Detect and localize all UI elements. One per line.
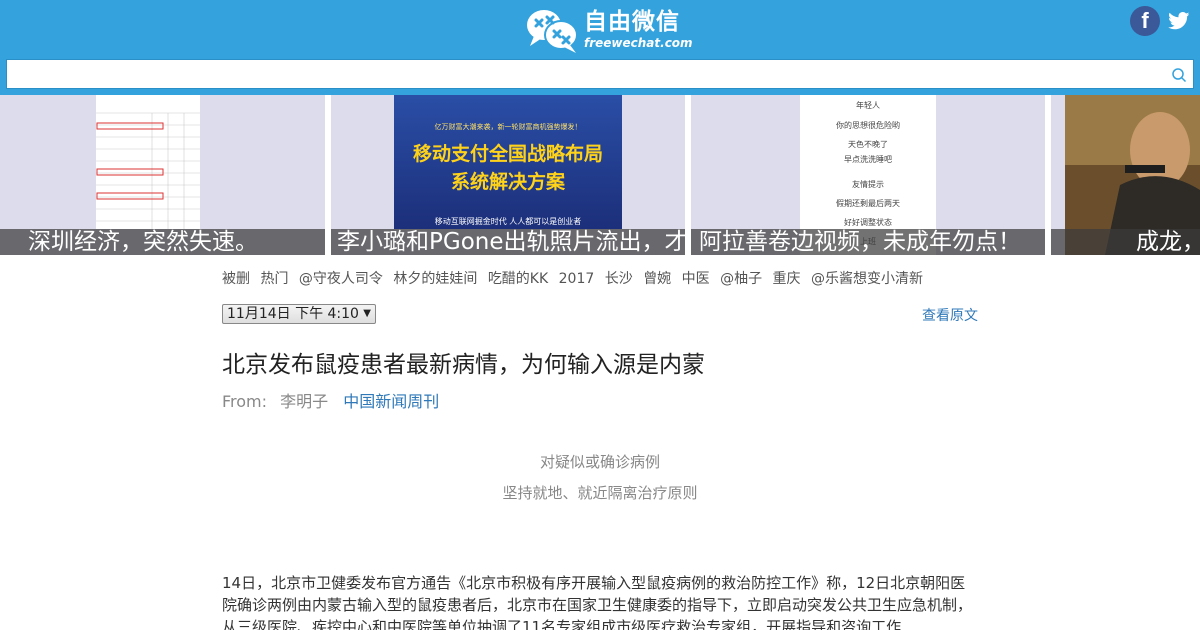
logo-chat-bubbles-icon xyxy=(527,10,578,53)
carousel-slide[interactable]: 年轻人 你的思想很危险哟 天色不晚了 早点洗洗睡吧 友情提示 假期还剩最后两天 … xyxy=(691,95,1045,255)
article-byline: From: 李明子 中国新闻周刊 xyxy=(222,388,439,412)
twitter-bird-icon xyxy=(1168,12,1190,30)
tag-list: 被删 热门 @守夜人司令 林夕的娃娃间 吃醋的KK 2017 长沙 曾婉 中医 … xyxy=(222,268,982,288)
brand-name-cn: 自由微信 xyxy=(584,9,680,35)
date-select-value: 11月14日 下午 4:10 xyxy=(227,306,359,322)
site-logo[interactable]: 自由微信 freewechat.com xyxy=(524,6,693,54)
carousel-caption: 李小璐和PGone出轨照片流出，才 xyxy=(331,229,685,255)
from-label: From: xyxy=(222,392,268,411)
meme-text: 假期还剩最后两天 xyxy=(836,198,900,208)
tag-link[interactable]: 曾婉 xyxy=(643,271,671,287)
carousel-caption: 深圳经济，突然失速。 xyxy=(0,229,325,255)
tag-link[interactable]: @乐酱想变小清新 xyxy=(811,271,923,287)
ad-text: 移动支付全国战略布局 xyxy=(413,142,603,165)
facebook-icon[interactable]: f xyxy=(1130,6,1160,36)
search-icon[interactable] xyxy=(1171,67,1187,83)
source-link[interactable]: 中国新闻周刊 xyxy=(343,392,439,411)
tag-link[interactable]: 吃醋的KK xyxy=(488,271,548,287)
document-table-thumbnail xyxy=(96,95,200,229)
mobile-payment-ad-thumbnail: 亿万财富大潮来袭，新一轮财富商机强势爆发！ 移动支付全国战略布局 系统解决方案 … xyxy=(394,95,622,229)
twitter-icon[interactable] xyxy=(1166,6,1192,36)
search-input[interactable] xyxy=(7,60,1193,88)
facebook-glyph: f xyxy=(1141,8,1149,33)
carousel-slide[interactable]: 深圳经济，突然失速。 xyxy=(0,95,325,255)
meme-text: 你的思想很危险哟 xyxy=(836,120,900,130)
chevron-down-icon: ▼ xyxy=(363,308,371,319)
meme-text: 好好调整状态 xyxy=(844,217,892,227)
carousel-caption: 成龙， xyxy=(1051,229,1200,255)
carousel-slide[interactable]: 亿万财富大潮来袭，新一轮财富商机强势爆发！ 移动支付全国战略布局 系统解决方案 … xyxy=(331,95,685,255)
meme-text: 友情提示 xyxy=(852,179,884,189)
tag-link[interactable]: @守夜人司令 xyxy=(299,271,383,287)
brand-name-en: freewechat.com xyxy=(584,36,693,50)
tag-link[interactable]: 2017 xyxy=(559,271,595,287)
view-original-link[interactable]: 查看原文 xyxy=(922,305,978,325)
ad-text: 亿万财富大潮来袭，新一轮财富商机强势爆发！ xyxy=(435,122,582,131)
search-bar xyxy=(6,59,1194,89)
tag-link[interactable]: 长沙 xyxy=(605,271,633,287)
ad-text: 系统解决方案 xyxy=(451,170,566,193)
meme-text: 天色不晚了 xyxy=(848,139,888,149)
ad-text: 移动互联网掘金时代 人人都可以是创业者 xyxy=(435,216,582,226)
top-header: 自由微信 freewechat.com f xyxy=(0,0,1200,95)
tag-link[interactable]: 被删 xyxy=(222,271,250,287)
carousel-caption: 阿拉善卷边视频，未成年勿点！ xyxy=(691,229,1045,255)
meme-text: 年轻人 xyxy=(856,100,880,110)
tag-link[interactable]: 中医 xyxy=(682,271,710,287)
article-title: 北京发布鼠疫患者最新病情，为何输入源是内蒙 xyxy=(222,352,705,378)
tag-link[interactable]: 重庆 xyxy=(773,271,801,287)
tag-link[interactable]: @柚子 xyxy=(720,271,762,287)
article-subhead: 对疑似或确诊病例 xyxy=(539,453,660,471)
carousel-slide[interactable]: 成龙， xyxy=(1051,95,1200,255)
meme-text: 早点洗洗睡吧 xyxy=(844,154,892,164)
date-select[interactable]: 11月14日 下午 4:10 ▼ xyxy=(222,304,376,324)
featured-carousel: 深圳经济，突然失速。 亿万财富大潮来袭，新一轮财富商机强势爆发！ 移动支付全国战… xyxy=(0,95,1200,255)
author-name: 李明子 xyxy=(280,392,329,411)
tag-link[interactable]: 林夕的娃娃间 xyxy=(393,271,477,287)
tag-link[interactable]: 热门 xyxy=(260,271,288,287)
article-subhead: 坚持就地、就近隔离治疗原则 xyxy=(502,484,698,502)
logo-text: 自由微信 freewechat.com xyxy=(584,9,693,50)
article-paragraph: 14日，北京市卫健委发布官方通告《北京市积极有序开展输入型鼠疫病例的救治防控工作… xyxy=(222,574,973,630)
